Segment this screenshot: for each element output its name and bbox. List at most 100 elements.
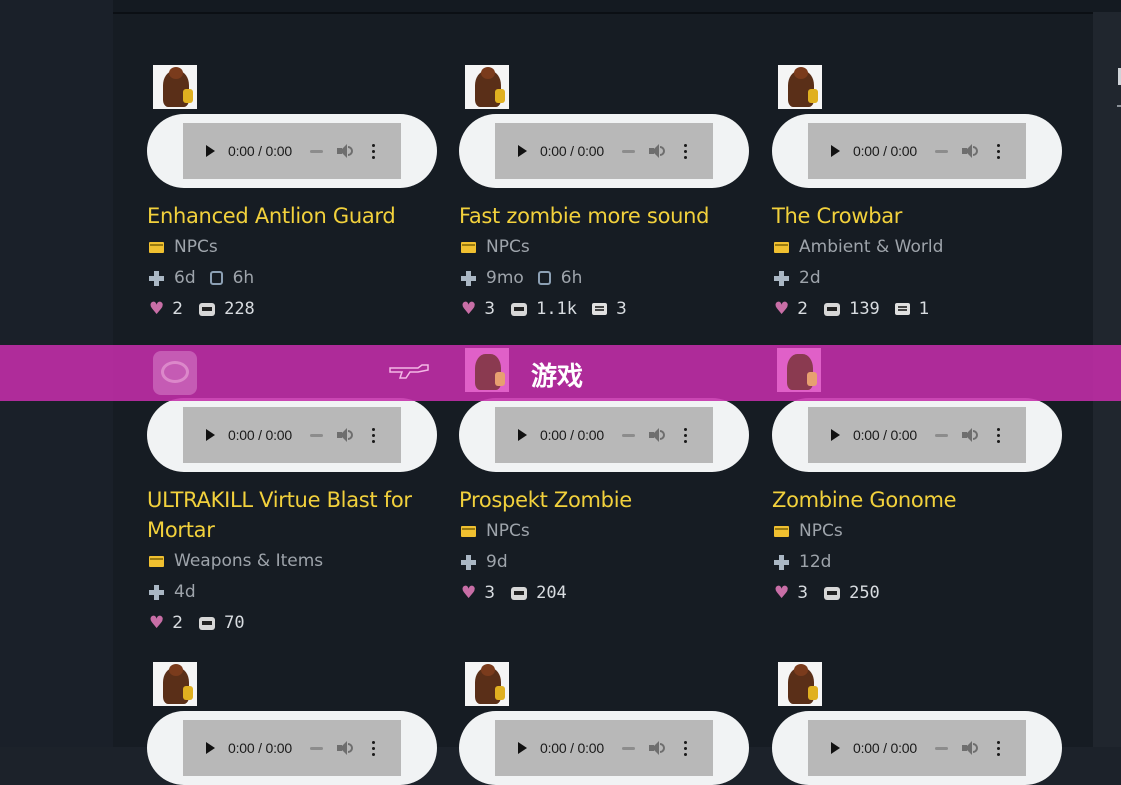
author-avatar[interactable] — [153, 662, 197, 706]
audio-player[interactable]: 0:00 / 0:00 — [772, 114, 1062, 188]
more-options-icon[interactable] — [683, 143, 687, 159]
category-row[interactable]: Ambient & World — [774, 237, 943, 257]
volume-icon[interactable] — [961, 144, 978, 158]
heart-icon[interactable]: ♥ — [461, 300, 476, 318]
seek-bar[interactable] — [934, 149, 948, 153]
stats-row: ♥ 2 228 — [149, 299, 255, 319]
category-label[interactable]: NPCs — [174, 237, 218, 257]
audio-player[interactable]: 0:00 / 0:00 — [459, 711, 749, 785]
sound-title[interactable]: Prospekt Zombie — [459, 485, 749, 515]
author-avatar[interactable] — [778, 65, 822, 109]
added-age: 12d — [799, 552, 832, 572]
more-options-icon[interactable] — [996, 740, 1000, 756]
date-row: 6d 6h — [149, 268, 254, 288]
folder-icon — [774, 241, 789, 253]
play-icon[interactable] — [518, 429, 527, 441]
category-label[interactable]: NPCs — [486, 237, 530, 257]
folder-icon — [461, 525, 476, 537]
seek-bar[interactable] — [309, 433, 323, 437]
game-overlay-banner[interactable]: 游戏 — [0, 345, 1121, 401]
volume-icon[interactable] — [336, 741, 353, 755]
more-options-icon[interactable] — [683, 427, 687, 443]
volume-icon[interactable] — [336, 144, 353, 158]
category-label[interactable]: NPCs — [486, 521, 530, 541]
volume-icon[interactable] — [336, 428, 353, 442]
comment-icon — [592, 303, 608, 315]
download-icon — [511, 586, 528, 600]
play-icon[interactable] — [518, 145, 527, 157]
category-row[interactable]: NPCs — [149, 237, 218, 257]
seek-bar[interactable] — [621, 433, 635, 437]
heart-icon[interactable]: ♥ — [149, 300, 164, 318]
volume-icon[interactable] — [961, 428, 978, 442]
audio-player[interactable]: 0:00 / 0:00 — [147, 114, 437, 188]
volume-icon[interactable] — [961, 741, 978, 755]
volume-icon[interactable] — [648, 428, 665, 442]
category-row[interactable]: Weapons & Items — [149, 551, 323, 571]
more-options-icon[interactable] — [996, 427, 1000, 443]
date-row: 12d — [774, 552, 831, 572]
stats-row: ♥ 3 204 — [461, 583, 567, 603]
updated-age: 6h — [560, 268, 583, 288]
heart-icon[interactable]: ♥ — [149, 614, 164, 632]
heart-icon[interactable]: ♥ — [774, 300, 789, 318]
added-age: 6d — [174, 268, 196, 288]
download-icon — [199, 616, 216, 630]
top-bar — [113, 0, 1121, 14]
like-count: 2 — [797, 299, 809, 319]
volume-icon[interactable] — [648, 144, 665, 158]
more-options-icon[interactable] — [371, 143, 375, 159]
gun-icon — [389, 364, 429, 379]
audio-player[interactable]: 0:00 / 0:00 — [147, 711, 437, 785]
author-avatar[interactable] — [153, 65, 197, 109]
category-row[interactable]: NPCs — [774, 521, 843, 541]
play-icon[interactable] — [206, 742, 215, 754]
sound-title[interactable]: The Crowbar — [772, 201, 1062, 231]
seek-bar[interactable] — [934, 433, 948, 437]
volume-icon[interactable] — [648, 741, 665, 755]
more-options-icon[interactable] — [683, 740, 687, 756]
play-icon[interactable] — [206, 429, 215, 441]
seek-bar[interactable] — [621, 149, 635, 153]
audio-player[interactable]: 0:00 / 0:00 — [459, 398, 749, 472]
heart-icon[interactable]: ♥ — [461, 584, 476, 602]
audio-time: 0:00 / 0:00 — [853, 427, 917, 443]
added-icon — [149, 584, 164, 600]
category-row[interactable]: NPCs — [461, 521, 530, 541]
folder-icon — [149, 555, 164, 567]
play-icon[interactable] — [206, 145, 215, 157]
sound-title[interactable]: Zombine Gonome — [772, 485, 1062, 515]
more-options-icon[interactable] — [371, 740, 375, 756]
added-icon — [774, 270, 789, 286]
play-icon[interactable] — [831, 145, 840, 157]
like-count: 3 — [484, 583, 496, 603]
banner-label[interactable]: 游戏 — [531, 356, 583, 393]
play-icon[interactable] — [831, 742, 840, 754]
audio-player[interactable]: 0:00 / 0:00 — [147, 398, 437, 472]
more-options-icon[interactable] — [996, 143, 1000, 159]
sound-title[interactable]: Fast zombie more sound — [459, 201, 749, 231]
sound-title[interactable]: ULTRAKILL Virtue Blast for Mortar — [147, 485, 437, 545]
heart-icon[interactable]: ♥ — [774, 584, 789, 602]
audio-player[interactable]: 0:00 / 0:00 — [459, 114, 749, 188]
audio-time: 0:00 / 0:00 — [853, 143, 917, 159]
audio-time: 0:00 / 0:00 — [540, 143, 604, 159]
stats-row: ♥ 3 1.1k 3 — [461, 299, 627, 319]
download-count: 250 — [849, 583, 880, 603]
author-avatar[interactable] — [465, 662, 509, 706]
audio-player[interactable]: 0:00 / 0:00 — [772, 398, 1062, 472]
author-avatar[interactable] — [465, 65, 509, 109]
author-avatar[interactable] — [778, 662, 822, 706]
category-label[interactable]: Ambient & World — [799, 237, 943, 257]
category-row[interactable]: NPCs — [461, 237, 530, 257]
audio-player[interactable]: 0:00 / 0:00 — [772, 711, 1062, 785]
sound-title[interactable]: Enhanced Antlion Guard — [147, 201, 437, 231]
like-count: 2 — [172, 299, 184, 319]
category-label[interactable]: NPCs — [799, 521, 843, 541]
more-options-icon[interactable] — [371, 427, 375, 443]
play-icon[interactable] — [831, 429, 840, 441]
play-icon[interactable] — [518, 742, 527, 754]
updated-icon — [537, 271, 551, 285]
seek-bar[interactable] — [309, 149, 323, 153]
category-label[interactable]: Weapons & Items — [174, 551, 323, 571]
